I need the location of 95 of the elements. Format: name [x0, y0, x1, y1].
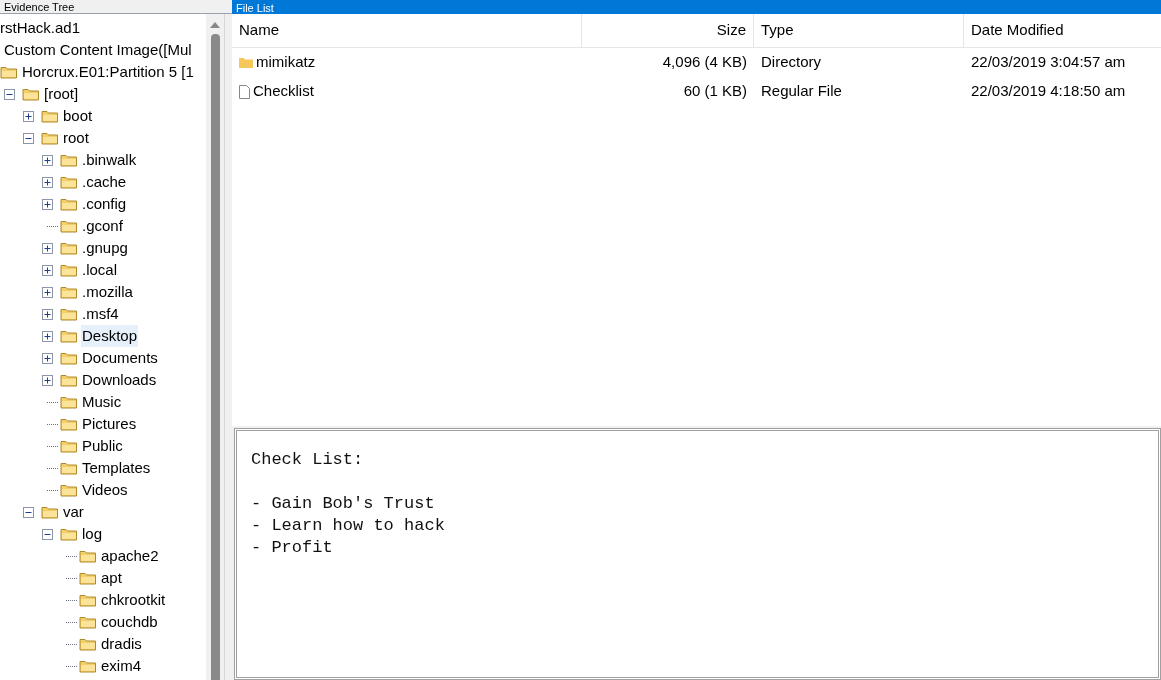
expand-icon[interactable]: [42, 154, 53, 166]
folder-icon: [60, 351, 78, 365]
collapse-icon[interactable]: [23, 132, 34, 144]
text-line: - Profit: [251, 537, 334, 559]
folder-icon: [239, 57, 253, 68]
scroll-thumb[interactable]: [210, 34, 220, 680]
column-header[interactable]: Size: [582, 14, 754, 47]
expand-icon[interactable]: [42, 198, 53, 210]
panel-title: Evidence Tree: [0, 0, 232, 14]
tree-item[interactable]: var: [62, 500, 85, 524]
folder-icon: [41, 109, 59, 123]
tree-item[interactable]: Public: [81, 434, 124, 458]
expand-icon[interactable]: [42, 286, 53, 298]
folder-icon: [41, 505, 59, 519]
tree-item[interactable]: .gconf: [81, 214, 124, 238]
folder-icon: [60, 153, 78, 167]
tree-item[interactable]: Music: [81, 390, 123, 414]
collapse-icon[interactable]: [42, 528, 53, 540]
file-name[interactable]: mimikatz: [256, 51, 316, 74]
expand-icon[interactable]: [23, 110, 34, 122]
expand-icon[interactable]: [42, 176, 53, 188]
text-line: Check List:: [251, 449, 365, 471]
tree-item[interactable]: Downloads: [81, 368, 158, 392]
folder-icon: [60, 307, 78, 321]
folder-icon: [22, 87, 40, 101]
tree-item[interactable]: .msf4: [81, 302, 120, 326]
table-cell-text: Regular File: [760, 81, 843, 102]
folder-icon: [60, 241, 78, 255]
folder-icon: [60, 483, 78, 497]
tree-item[interactable]: apt: [100, 566, 123, 590]
tree-item[interactable]: .binwalk: [81, 148, 138, 172]
scroll-up-icon[interactable]: [210, 22, 220, 28]
folder-icon: [60, 175, 78, 189]
tree-item[interactable]: Pictures: [81, 412, 138, 436]
tree-item[interactable]: .config: [81, 192, 128, 216]
table-cell-text: 22/03/2019 3:04:57 am: [970, 52, 1127, 73]
table-cell-text: 22/03/2019 4:18:50 am: [970, 81, 1127, 102]
folder-icon: [41, 131, 59, 145]
folder-icon: [60, 461, 78, 475]
folder-icon: [79, 593, 97, 607]
tree-item[interactable]: couchdb: [100, 610, 159, 634]
expand-icon[interactable]: [42, 264, 53, 276]
expand-icon[interactable]: [42, 308, 53, 320]
expand-icon[interactable]: [42, 352, 53, 364]
tree-item[interactable]: .cache: [81, 170, 128, 194]
collapse-icon[interactable]: [23, 506, 34, 518]
panel-title: File List: [232, 0, 1161, 14]
folder-icon: [60, 395, 78, 409]
column-header[interactable]: Type: [754, 14, 964, 47]
folder-icon: [79, 549, 97, 563]
folder-icon: [60, 285, 78, 299]
folder-icon: [60, 527, 78, 541]
tree-item[interactable]: exim4: [100, 654, 142, 678]
tree-item[interactable]: Templates: [81, 456, 152, 480]
folder-icon: [0, 65, 18, 79]
folder-icon: [60, 417, 78, 431]
file-icon: [239, 84, 250, 99]
tree-item[interactable]: .local: [81, 258, 119, 282]
tree-item[interactable]: dradis: [100, 632, 143, 656]
column-header[interactable]: Name: [232, 14, 582, 47]
text-line: - Gain Bob's Trust: [251, 493, 436, 515]
tree-item[interactable]: apache2: [100, 544, 160, 568]
folder-icon: [60, 373, 78, 387]
collapse-icon[interactable]: [4, 88, 15, 100]
tree-item[interactable]: rstHack.ad1: [0, 17, 81, 39]
tree-item[interactable]: Desktop: [81, 324, 139, 348]
tree-item[interactable]: Videos: [81, 478, 129, 502]
tree-item[interactable]: Custom Content Image([Mul: [0, 39, 192, 61]
expand-icon[interactable]: [42, 242, 53, 254]
tree-item[interactable]: [root]: [43, 82, 80, 106]
folder-icon: [79, 615, 97, 629]
tree-item[interactable]: .mozilla: [81, 280, 134, 304]
expand-icon[interactable]: [42, 330, 53, 342]
folder-icon: [60, 219, 78, 233]
text-line: - Learn how to hack: [251, 515, 446, 537]
folder-icon: [60, 263, 78, 277]
table-cell-text: 4,096 (4 KB): [661, 52, 748, 73]
tree-item[interactable]: boot: [62, 104, 94, 128]
tree-item[interactable]: Documents: [81, 346, 159, 370]
table-cell-text: 60 (1 KB): [682, 81, 748, 102]
tree-item[interactable]: root: [62, 126, 90, 150]
file-name[interactable]: Checklist: [253, 80, 314, 103]
table-cell-text: Directory: [760, 52, 822, 73]
folder-icon: [79, 637, 97, 651]
tree-item[interactable]: chkrootkit: [100, 588, 167, 612]
tree-item[interactable]: .gnupg: [81, 236, 129, 260]
column-header[interactable]: Date Modified: [964, 14, 1161, 47]
tree-item[interactable]: Horcrux.E01:Partition 5 [1: [18, 61, 194, 83]
folder-icon: [60, 439, 78, 453]
tree-item[interactable]: log: [81, 522, 104, 546]
folder-icon: [60, 197, 78, 211]
folder-icon: [79, 571, 97, 585]
folder-icon: [60, 329, 78, 343]
expand-icon[interactable]: [42, 374, 53, 386]
folder-icon: [79, 659, 97, 673]
